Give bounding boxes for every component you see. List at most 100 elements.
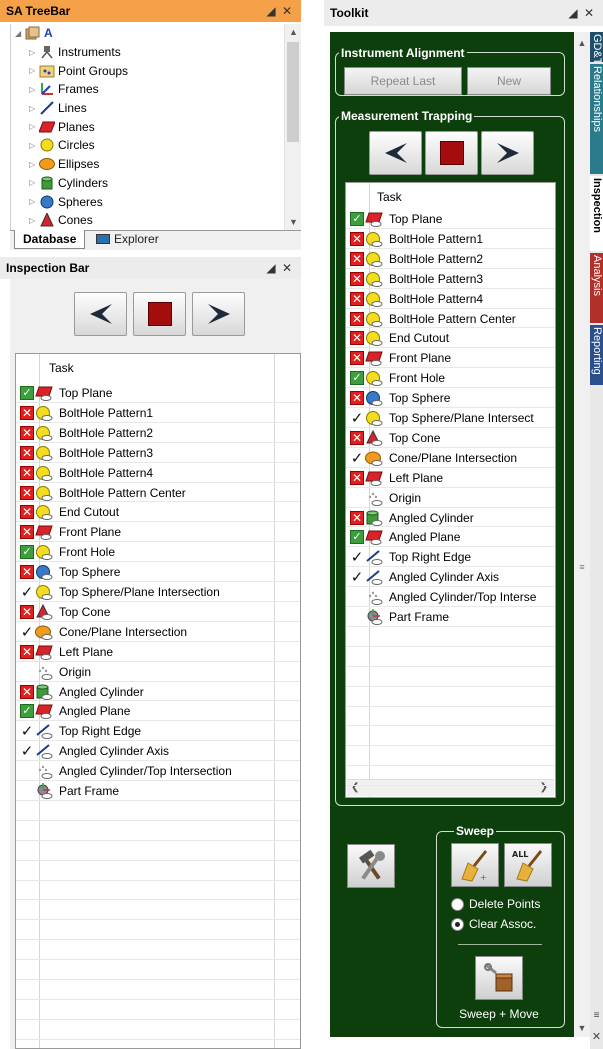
- scroll-down-icon[interactable]: ▼: [574, 1023, 590, 1033]
- scroll-down-icon[interactable]: ▼: [285, 217, 301, 227]
- expand-arrow-icon[interactable]: ▷: [29, 66, 39, 75]
- scroll-right-icon[interactable]: ❯: [540, 782, 548, 793]
- task-row[interactable]: Angled Cylinder/Top Intersection: [19, 761, 299, 781]
- tree-item[interactable]: ▷ Circles: [11, 136, 281, 155]
- pin-icon[interactable]: ◢: [263, 4, 279, 18]
- task-row[interactable]: ✓ Angled Plane: [349, 527, 555, 547]
- side-tab[interactable]: Relationships: [590, 64, 603, 174]
- tree-item[interactable]: ▷ Instruments: [11, 43, 281, 62]
- task-row[interactable]: ✕ Front Plane: [19, 522, 299, 542]
- close-icon[interactable]: ✕: [279, 4, 295, 18]
- task-column-header[interactable]: Task: [49, 354, 74, 382]
- task-row[interactable]: Origin: [349, 488, 555, 508]
- task-row[interactable]: ✓ Cone/Plane Intersection: [349, 448, 555, 468]
- task-row[interactable]: ✕ Top Cone: [19, 602, 299, 622]
- task-row[interactable]: ✓ Angled Plane: [19, 701, 299, 721]
- task-row[interactable]: ✕ Left Plane: [349, 468, 555, 488]
- task-column-header[interactable]: Task: [377, 183, 402, 211]
- task-row[interactable]: ✕ BoltHole Pattern Center: [19, 483, 299, 503]
- task-row[interactable]: Angled Cylinder/Top Interse: [349, 587, 555, 607]
- tab-database[interactable]: Database: [14, 230, 86, 249]
- task-row[interactable]: ✕ BoltHole Pattern2: [349, 249, 555, 269]
- task-row[interactable]: ✓ Top Plane: [19, 383, 299, 403]
- task-row[interactable]: ✓ Cone/Plane Intersection: [19, 622, 299, 642]
- task-row[interactable]: ✕ Top Sphere: [19, 562, 299, 582]
- task-row[interactable]: ✕ Left Plane: [19, 642, 299, 662]
- inspection-task-list[interactable]: Task ✓ Top Plane ✕ BoltHole Pattern1 ✕ BoltHo…: [15, 353, 301, 1049]
- task-row[interactable]: ✕ BoltHole Pattern Center: [349, 309, 555, 329]
- tree-item[interactable]: ▷ Frames: [11, 80, 281, 99]
- task-row[interactable]: ✓ Top Right Edge: [19, 721, 299, 741]
- task-row[interactable]: ✕ Angled Cylinder: [19, 682, 299, 702]
- task-row[interactable]: ✕ Top Cone: [349, 428, 555, 448]
- task-row[interactable]: ✓ Angled Cylinder Axis: [349, 567, 555, 587]
- task-row[interactable]: ✕ Top Sphere: [349, 388, 555, 408]
- side-tab[interactable]: Reporting: [590, 325, 603, 385]
- task-row[interactable]: ✕ BoltHole Pattern3: [349, 269, 555, 289]
- side-tab[interactable]: Analysis: [590, 253, 603, 323]
- task-row[interactable]: ✓ Top Sphere/Plane Intersect: [349, 408, 555, 428]
- collapse-arrow-icon[interactable]: ◢: [15, 29, 25, 38]
- next-button[interactable]: [192, 292, 245, 336]
- task-row[interactable]: ✕ End Cutout: [19, 502, 299, 522]
- new-button[interactable]: New: [467, 67, 551, 95]
- close-icon[interactable]: ✕: [279, 261, 295, 275]
- scroll-up-icon[interactable]: ▲: [285, 27, 301, 37]
- tree-view[interactable]: ◢ A ▷ Instruments ▷ Point Groups ▷ Frames ▷ Lin…: [10, 24, 301, 230]
- task-row[interactable]: Origin: [19, 662, 299, 682]
- task-row[interactable]: ✕ BoltHole Pattern4: [19, 463, 299, 483]
- task-row[interactable]: ✕ Angled Cylinder: [349, 508, 555, 528]
- scroll-grip-icon[interactable]: ≡: [577, 562, 587, 572]
- tree-item[interactable]: ▷ Cones: [11, 211, 281, 230]
- task-row[interactable]: ✕ BoltHole Pattern1: [349, 229, 555, 249]
- delete-points-radio[interactable]: Delete Points: [451, 897, 540, 911]
- trapping-task-list[interactable]: Task ❮ ❯ ✓ Top Plane ✕ BoltHole Pattern1 ✕ Bo…: [345, 182, 556, 798]
- stop-button[interactable]: [425, 131, 478, 175]
- expand-arrow-icon[interactable]: ▷: [29, 216, 39, 225]
- task-row[interactable]: ✕ Front Plane: [349, 348, 555, 368]
- scroll-thumb[interactable]: [287, 42, 299, 142]
- expand-arrow-icon[interactable]: ▷: [29, 85, 39, 94]
- expand-arrow-icon[interactable]: ▷: [29, 104, 39, 113]
- task-row[interactable]: ✓ Front Hole: [19, 542, 299, 562]
- previous-button[interactable]: [74, 292, 127, 336]
- tree-item[interactable]: ▷ Point Groups: [11, 61, 281, 80]
- pin-icon[interactable]: ◢: [565, 6, 581, 20]
- side-tab[interactable]: Inspection: [590, 176, 603, 251]
- task-row[interactable]: ✓ Angled Cylinder Axis: [19, 741, 299, 761]
- stop-button[interactable]: [133, 292, 186, 336]
- task-row[interactable]: ✓ Top Sphere/Plane Intersection: [19, 582, 299, 602]
- task-row[interactable]: Part Frame: [349, 607, 555, 627]
- repeat-last-button[interactable]: Repeat Last: [344, 67, 462, 95]
- scroll-left-icon[interactable]: ❮: [351, 782, 359, 793]
- side-tab-menu-icon[interactable]: ≡: [590, 1010, 603, 1021]
- task-row[interactable]: ✓ Top Right Edge: [349, 547, 555, 567]
- next-button[interactable]: [481, 131, 534, 175]
- sweep-move-button[interactable]: [475, 956, 523, 1000]
- expand-arrow-icon[interactable]: ▷: [29, 160, 39, 169]
- horizontal-scrollbar[interactable]: ❮ ❯: [347, 779, 554, 796]
- expand-arrow-icon[interactable]: ▷: [29, 178, 39, 187]
- close-icon[interactable]: ✕: [581, 6, 597, 20]
- tree-item[interactable]: ▷ Cylinders: [11, 174, 281, 193]
- task-row[interactable]: ✕ BoltHole Pattern1: [19, 403, 299, 423]
- task-row[interactable]: ✕ BoltHole Pattern4: [349, 289, 555, 309]
- scroll-up-icon[interactable]: ▲: [574, 38, 590, 48]
- tree-item[interactable]: ▷ Lines: [11, 99, 281, 118]
- tree-scrollbar[interactable]: ▲ ▼: [284, 24, 301, 230]
- task-row[interactable]: ✕ End Cutout: [349, 328, 555, 348]
- pin-icon[interactable]: ◢: [263, 261, 279, 275]
- task-row[interactable]: ✕ BoltHole Pattern2: [19, 423, 299, 443]
- toolkit-scrollbar[interactable]: ▲ ≡ ▼: [574, 32, 590, 1037]
- expand-arrow-icon[interactable]: ▷: [29, 141, 39, 150]
- clear-assoc-radio[interactable]: Clear Assoc.: [451, 917, 536, 931]
- previous-button[interactable]: [369, 131, 422, 175]
- sweep-button[interactable]: +: [451, 843, 499, 887]
- tools-button[interactable]: [347, 844, 395, 888]
- tree-root[interactable]: ◢ A: [11, 24, 281, 43]
- expand-arrow-icon[interactable]: ▷: [29, 48, 39, 57]
- tab-explorer[interactable]: Explorer: [88, 230, 167, 249]
- expand-arrow-icon[interactable]: ▷: [29, 197, 39, 206]
- side-close-icon[interactable]: ✕: [590, 1030, 603, 1043]
- task-row[interactable]: Part Frame: [19, 781, 299, 801]
